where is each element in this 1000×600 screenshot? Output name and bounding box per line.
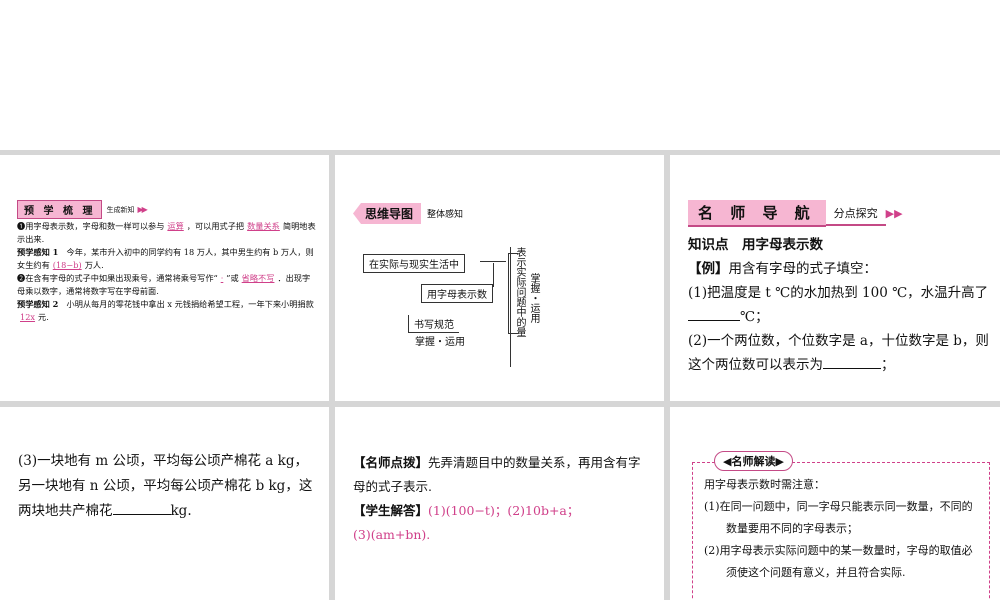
section-title: 预 学 梳 理	[17, 200, 103, 219]
connector	[508, 253, 509, 333]
slide-teacher-interpretation[interactable]: ◀名师解读▶ 用字母表示数时需注意： (1)在同一问题中，同一字母只能表示同一数…	[670, 407, 1000, 600]
section-title: 思维导图	[353, 203, 422, 224]
point-2: ❷在含有字母的式子中如果出现乘号，通常将乘号写作“ · ”或 省略不写 ．出现字母乘以数…	[17, 273, 311, 296]
point-1: ❶用字母表示数，字母和数一样可以参与 运算 ，可以用式子把 数量关系 简明地表示出来.	[17, 221, 316, 244]
fill-blank	[823, 354, 881, 369]
section-header: 名 师 导 航 分点探究 ▶▶	[688, 200, 903, 227]
answer-blank: ·	[220, 273, 224, 283]
example-intro: 【例】用含有字母的式子填空：	[688, 261, 877, 277]
fill-blank	[688, 306, 740, 321]
student-answer-cont: (3)(am+bn).	[353, 527, 431, 542]
question-2: (2)一个两位数，个位数字是 a，十位数字是 b，则这个两位数可以表示为；	[688, 333, 989, 373]
interpretation-item-2: (2)用字母表示实际问题中的某一数量时，字母的取值必须使这个问题有意义，并且符合…	[704, 544, 973, 579]
slide-question-3[interactable]: (3)一块地有 m 公顷，平均每公顷产棉花 a kg，另一块地有 n 公顷，平均…	[0, 407, 329, 600]
top-blank-area	[0, 0, 1000, 150]
mind-map-caption: 掌握・运用	[415, 337, 465, 348]
question-3: (3)一块地有 m 公顷，平均每公顷产棉花 a kg，另一块地有 n 公顷，平均…	[18, 453, 313, 519]
section-title: 名 师 导 航	[688, 200, 826, 227]
answer-blank: 12x	[20, 312, 36, 322]
mind-map-node-writing: 书写规范	[408, 315, 459, 333]
section-header: 思维导图 整体感知	[353, 203, 463, 224]
interpretation-tag: ◀名师解读▶	[714, 451, 793, 471]
answer-blank: 运算	[167, 221, 184, 231]
fill-blank	[112, 500, 171, 515]
mind-map-node-center: 用字母表示数	[421, 284, 493, 303]
answer-blank: 数量关系	[247, 221, 280, 231]
connector	[493, 263, 502, 287]
question-1: (1)把温度是 t ℃的水加热到 100 ℃，水温升高了℃；	[688, 285, 989, 325]
slide-mind-map[interactable]: 思维导图 整体感知 在实际与现实生活中 用字母表示数 书写规范 掌握・运用 表示…	[335, 155, 664, 401]
practice-2: 预学感知 2 小明从每月的零花钱中拿出 x 元钱捐给希望工程，一年下来小明捐款1…	[17, 299, 314, 322]
section-header: 预 学 梳 理 生成新知 ▶▶	[17, 200, 148, 219]
student-answer: 【学生解答】(1)(100−t)；(2)10b+a；	[353, 503, 580, 518]
double-arrow-icon: ▶▶	[885, 207, 903, 220]
interpretation-item-1: (1)在同一问题中，同一字母只能表示同一数量，不同的数量要用不同的字母表示；	[704, 500, 973, 535]
teacher-tip: 【名师点拨】先弄清题目中的数量关系，再用含有字母的式子表示.	[353, 455, 641, 494]
practice-1: 预学感知 1 今年，某市升入初中的同学约有 18 万人，其中男生约有 b 万人，…	[17, 247, 314, 270]
mind-map-vertical-label-2: 掌握・运用	[528, 273, 539, 323]
double-arrow-icon: ▶▶	[137, 205, 147, 214]
slide-teacher-guide[interactable]: 名 师 导 航 分点探究 ▶▶ 知识点 用字母表示数 【例】用含有字母的式子填空…	[670, 155, 1000, 401]
answer-blank: 省略不写	[241, 273, 275, 283]
mind-map-node-context: 在实际与现实生活中	[363, 254, 465, 273]
example-content: 知识点 用字母表示数 【例】用含有字母的式子填空： (1)把温度是 t ℃的水加…	[688, 233, 990, 377]
preview-content: ❶用字母表示数，字母和数一样可以参与 运算 ，可以用式子把 数量关系 简明地表示出来. …	[17, 220, 317, 324]
slide-answer[interactable]: 【名师点拨】先弄清题目中的数量关系，再用含有字母的式子表示. 【学生解答】(1)…	[335, 407, 664, 600]
slide-preview-study[interactable]: 预 学 梳 理 生成新知 ▶▶ ❶用字母表示数，字母和数一样可以参与 运算 ，可以用…	[0, 155, 329, 401]
answer-blank: (18−b)	[52, 260, 82, 270]
mind-map-vertical-label: 表示实际问题中的量	[510, 247, 525, 367]
knowledge-point: 知识点 用字母表示数	[688, 237, 823, 253]
interpretation-content: 用字母表示数时需注意： (1)在同一问题中，同一字母只能表示同一数量，不同的数量…	[704, 474, 982, 584]
answer-content: 【名师点拨】先弄清题目中的数量关系，再用含有字母的式子表示. 【学生解答】(1)…	[353, 451, 653, 547]
section-subtitle: 整体感知	[427, 210, 464, 220]
section-subtitle: 分点探究	[825, 202, 886, 226]
interpretation-intro: 用字母表示数时需注意：	[704, 478, 825, 491]
section-subtitle: 生成新知	[106, 205, 135, 214]
